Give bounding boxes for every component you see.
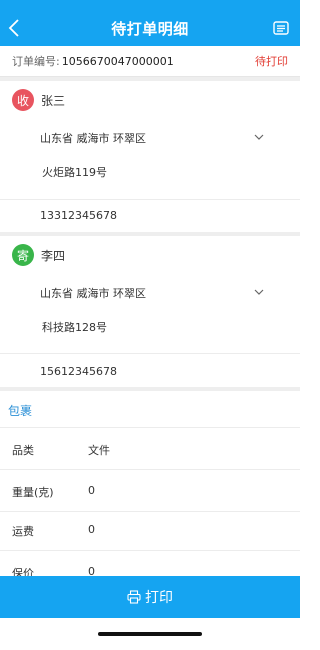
row-label: 运费 — [12, 525, 34, 538]
page-title: 待打单明细 — [111, 19, 189, 38]
order-number-value: 1056670047000001 — [61, 54, 174, 68]
status-bar — [0, 0, 300, 10]
divider — [0, 387, 300, 391]
receiver-phone[interactable]: 13312345678 — [40, 209, 117, 222]
sender-phone[interactable]: 15612345678 — [40, 365, 117, 378]
sender-street[interactable]: 科技路128号 — [42, 319, 107, 335]
print-button[interactable]: 打印 — [0, 576, 300, 618]
package-title: 包裹 — [8, 404, 33, 418]
receiver-street[interactable]: 火炬路119号 — [42, 164, 107, 180]
order-status: 待打印 — [255, 55, 288, 68]
package-row-category[interactable]: 品类 文件 — [0, 428, 300, 470]
package-row-weight[interactable]: 重量(克) 0 — [0, 470, 300, 512]
sender-name: 李四 — [41, 248, 66, 263]
order-number-label: 订单编号: — [12, 55, 60, 68]
nav-bar: 待打单明细 — [0, 10, 300, 46]
receiver-name: 张三 — [41, 93, 66, 108]
chevron-down-icon[interactable] — [254, 289, 264, 295]
receiver-badge: 收 — [12, 89, 34, 111]
row-value: 文件 — [88, 444, 110, 457]
row-label: 重量(克) — [12, 486, 54, 499]
sender-section: 寄 李四 山东省 威海市 环翠区 科技路128号 15612345678 — [0, 236, 300, 386]
receiver-header: 收 张三 — [12, 89, 65, 111]
order-number-row: 订单编号: 1056670047000001 待打印 — [0, 46, 300, 77]
print-button-label: 打印 — [145, 590, 173, 606]
list-menu-icon[interactable] — [272, 19, 290, 37]
row-value: 0 — [88, 484, 95, 497]
chevron-down-icon[interactable] — [254, 134, 264, 140]
printer-icon — [127, 590, 141, 604]
sender-region[interactable]: 山东省 威海市 环翠区 — [40, 285, 146, 301]
home-indicator — [98, 632, 202, 636]
package-row-shipping-fee[interactable]: 运费 0 — [0, 509, 300, 551]
receiver-section: 收 张三 山东省 威海市 环翠区 火炬路119号 13312345678 — [0, 81, 300, 232]
row-label: 品类 — [12, 444, 34, 457]
divider — [0, 353, 300, 354]
divider — [0, 199, 300, 200]
receiver-region[interactable]: 山东省 威海市 环翠区 — [40, 130, 146, 146]
sender-header: 寄 李四 — [12, 244, 65, 266]
chevron-left-icon[interactable] — [8, 16, 28, 40]
sender-badge: 寄 — [12, 244, 34, 266]
row-value: 0 — [88, 523, 95, 536]
